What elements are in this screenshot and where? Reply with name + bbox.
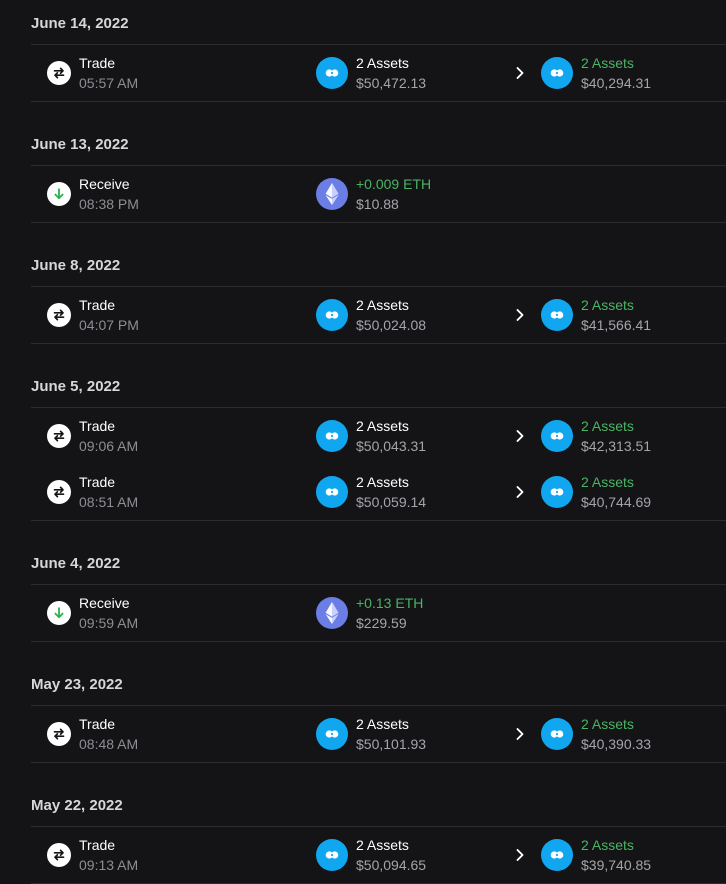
swap-arrows-icon xyxy=(47,722,71,746)
transaction-type: Receive xyxy=(79,595,130,611)
to-assets-value: $40,390.33 xyxy=(581,736,652,752)
to-assets-label: 2 Assets xyxy=(581,474,634,490)
chevron-right-icon xyxy=(513,484,527,500)
multi-asset-icon xyxy=(316,420,348,452)
from-assets-label: 2 Assets xyxy=(356,474,409,490)
to-assets-value: $40,294.31 xyxy=(581,75,652,91)
to-assets-value: $41,566.41 xyxy=(581,317,652,333)
ethereum-icon xyxy=(316,597,348,629)
transaction-time: 09:06 AM xyxy=(79,438,139,454)
transaction-list: Trade 09:06 AM 2 Assets $50,043.31 2 Assets $… xyxy=(31,407,726,521)
transaction-list: Receive 09:59 AM +0.13 ETH $229.59 xyxy=(31,584,726,642)
swap-arrows-icon xyxy=(47,480,71,504)
date-header: June 13, 2022 xyxy=(31,136,129,153)
to-assets-label: 2 Assets xyxy=(581,837,634,853)
transaction-list: Trade 04:07 PM 2 Assets $50,024.08 2 Assets $… xyxy=(31,286,726,344)
multi-asset-icon xyxy=(316,718,348,750)
date-header: June 5, 2022 xyxy=(31,378,121,395)
transaction-history: June 14, 2022 Trade 05:57 AM 2 Assets $50,47… xyxy=(0,0,726,884)
received-value: $10.88 xyxy=(356,196,399,212)
date-header: June 8, 2022 xyxy=(31,257,121,274)
multi-asset-icon xyxy=(316,476,348,508)
transaction-type: Receive xyxy=(79,176,130,192)
multi-asset-icon xyxy=(316,57,348,89)
date-header: May 23, 2022 xyxy=(31,676,123,693)
from-assets-value: $50,094.65 xyxy=(356,857,427,873)
from-assets-value: $50,043.31 xyxy=(356,438,427,454)
transaction-type: Trade xyxy=(79,418,116,434)
swap-arrows-icon xyxy=(47,424,71,448)
multi-asset-icon xyxy=(541,57,573,89)
chevron-right-icon xyxy=(513,847,527,863)
transaction-type: Trade xyxy=(79,297,116,313)
received-amount: +0.13 ETH xyxy=(356,595,424,611)
to-assets-value: $39,740.85 xyxy=(581,857,652,873)
date-header: June 4, 2022 xyxy=(31,555,121,572)
chevron-right-icon xyxy=(513,65,527,81)
transaction-row[interactable]: Trade 09:06 AM 2 Assets $50,043.31 2 Assets $… xyxy=(31,408,726,464)
received-amount: +0.009 ETH xyxy=(356,176,432,192)
transaction-time: 09:13 AM xyxy=(79,857,139,873)
to-assets-label: 2 Assets xyxy=(581,418,634,434)
transaction-row[interactable]: Trade 04:07 PM 2 Assets $50,024.08 2 Assets $… xyxy=(31,287,726,343)
swap-arrows-icon xyxy=(47,61,71,85)
from-assets-label: 2 Assets xyxy=(356,716,409,732)
transaction-row[interactable]: Receive 08:38 PM +0.009 ETH $10.88 xyxy=(31,166,726,222)
from-assets-value: $50,101.93 xyxy=(356,736,427,752)
transaction-row[interactable]: Trade 08:51 AM 2 Assets $50,059.14 2 Assets $… xyxy=(31,464,726,520)
transaction-time: 05:57 AM xyxy=(79,75,139,91)
transaction-type: Trade xyxy=(79,716,116,732)
to-assets-label: 2 Assets xyxy=(581,297,634,313)
transaction-type: Trade xyxy=(79,474,116,490)
to-assets-label: 2 Assets xyxy=(581,716,634,732)
to-assets-label: 2 Assets xyxy=(581,55,634,71)
from-assets-label: 2 Assets xyxy=(356,55,409,71)
chevron-right-icon xyxy=(513,726,527,742)
transaction-time: 08:38 PM xyxy=(79,196,139,212)
receive-arrow-icon xyxy=(47,182,71,206)
from-assets-value: $50,024.08 xyxy=(356,317,427,333)
transaction-list: Trade 09:13 AM 2 Assets $50,094.65 2 Assets $… xyxy=(31,826,726,884)
chevron-right-icon xyxy=(513,428,527,444)
transaction-time: 09:59 AM xyxy=(79,615,139,631)
multi-asset-icon xyxy=(541,420,573,452)
from-assets-value: $50,472.13 xyxy=(356,75,427,91)
receive-arrow-icon xyxy=(47,601,71,625)
transaction-row[interactable]: Receive 09:59 AM +0.13 ETH $229.59 xyxy=(31,585,726,641)
transaction-list: Receive 08:38 PM +0.009 ETH $10.88 xyxy=(31,165,726,223)
from-assets-label: 2 Assets xyxy=(356,297,409,313)
transaction-row[interactable]: Trade 05:57 AM 2 Assets $50,472.13 2 Assets $… xyxy=(31,45,726,101)
from-assets-label: 2 Assets xyxy=(356,418,409,434)
transaction-type: Trade xyxy=(79,55,116,71)
from-assets-label: 2 Assets xyxy=(356,837,409,853)
ethereum-icon xyxy=(316,178,348,210)
date-header: May 22, 2022 xyxy=(31,797,123,814)
multi-asset-icon xyxy=(541,299,573,331)
swap-arrows-icon xyxy=(47,303,71,327)
transaction-row[interactable]: Trade 08:48 AM 2 Assets $50,101.93 2 Assets $… xyxy=(31,706,726,762)
transaction-time: 04:07 PM xyxy=(79,317,139,333)
transaction-list: Trade 05:57 AM 2 Assets $50,472.13 2 Assets $… xyxy=(31,44,726,102)
multi-asset-icon xyxy=(541,718,573,750)
chevron-right-icon xyxy=(513,307,527,323)
transaction-time: 08:51 AM xyxy=(79,494,139,510)
to-assets-value: $40,744.69 xyxy=(581,494,652,510)
to-assets-value: $42,313.51 xyxy=(581,438,652,454)
multi-asset-icon xyxy=(541,476,573,508)
multi-asset-icon xyxy=(316,299,348,331)
from-assets-value: $50,059.14 xyxy=(356,494,427,510)
transaction-list: Trade 08:48 AM 2 Assets $50,101.93 2 Assets $… xyxy=(31,705,726,763)
received-value: $229.59 xyxy=(356,615,407,631)
swap-arrows-icon xyxy=(47,843,71,867)
transaction-time: 08:48 AM xyxy=(79,736,139,752)
multi-asset-icon xyxy=(316,839,348,871)
transaction-type: Trade xyxy=(79,837,116,853)
date-header: June 14, 2022 xyxy=(31,15,129,32)
transaction-row[interactable]: Trade 09:13 AM 2 Assets $50,094.65 2 Assets $… xyxy=(31,827,726,883)
multi-asset-icon xyxy=(541,839,573,871)
